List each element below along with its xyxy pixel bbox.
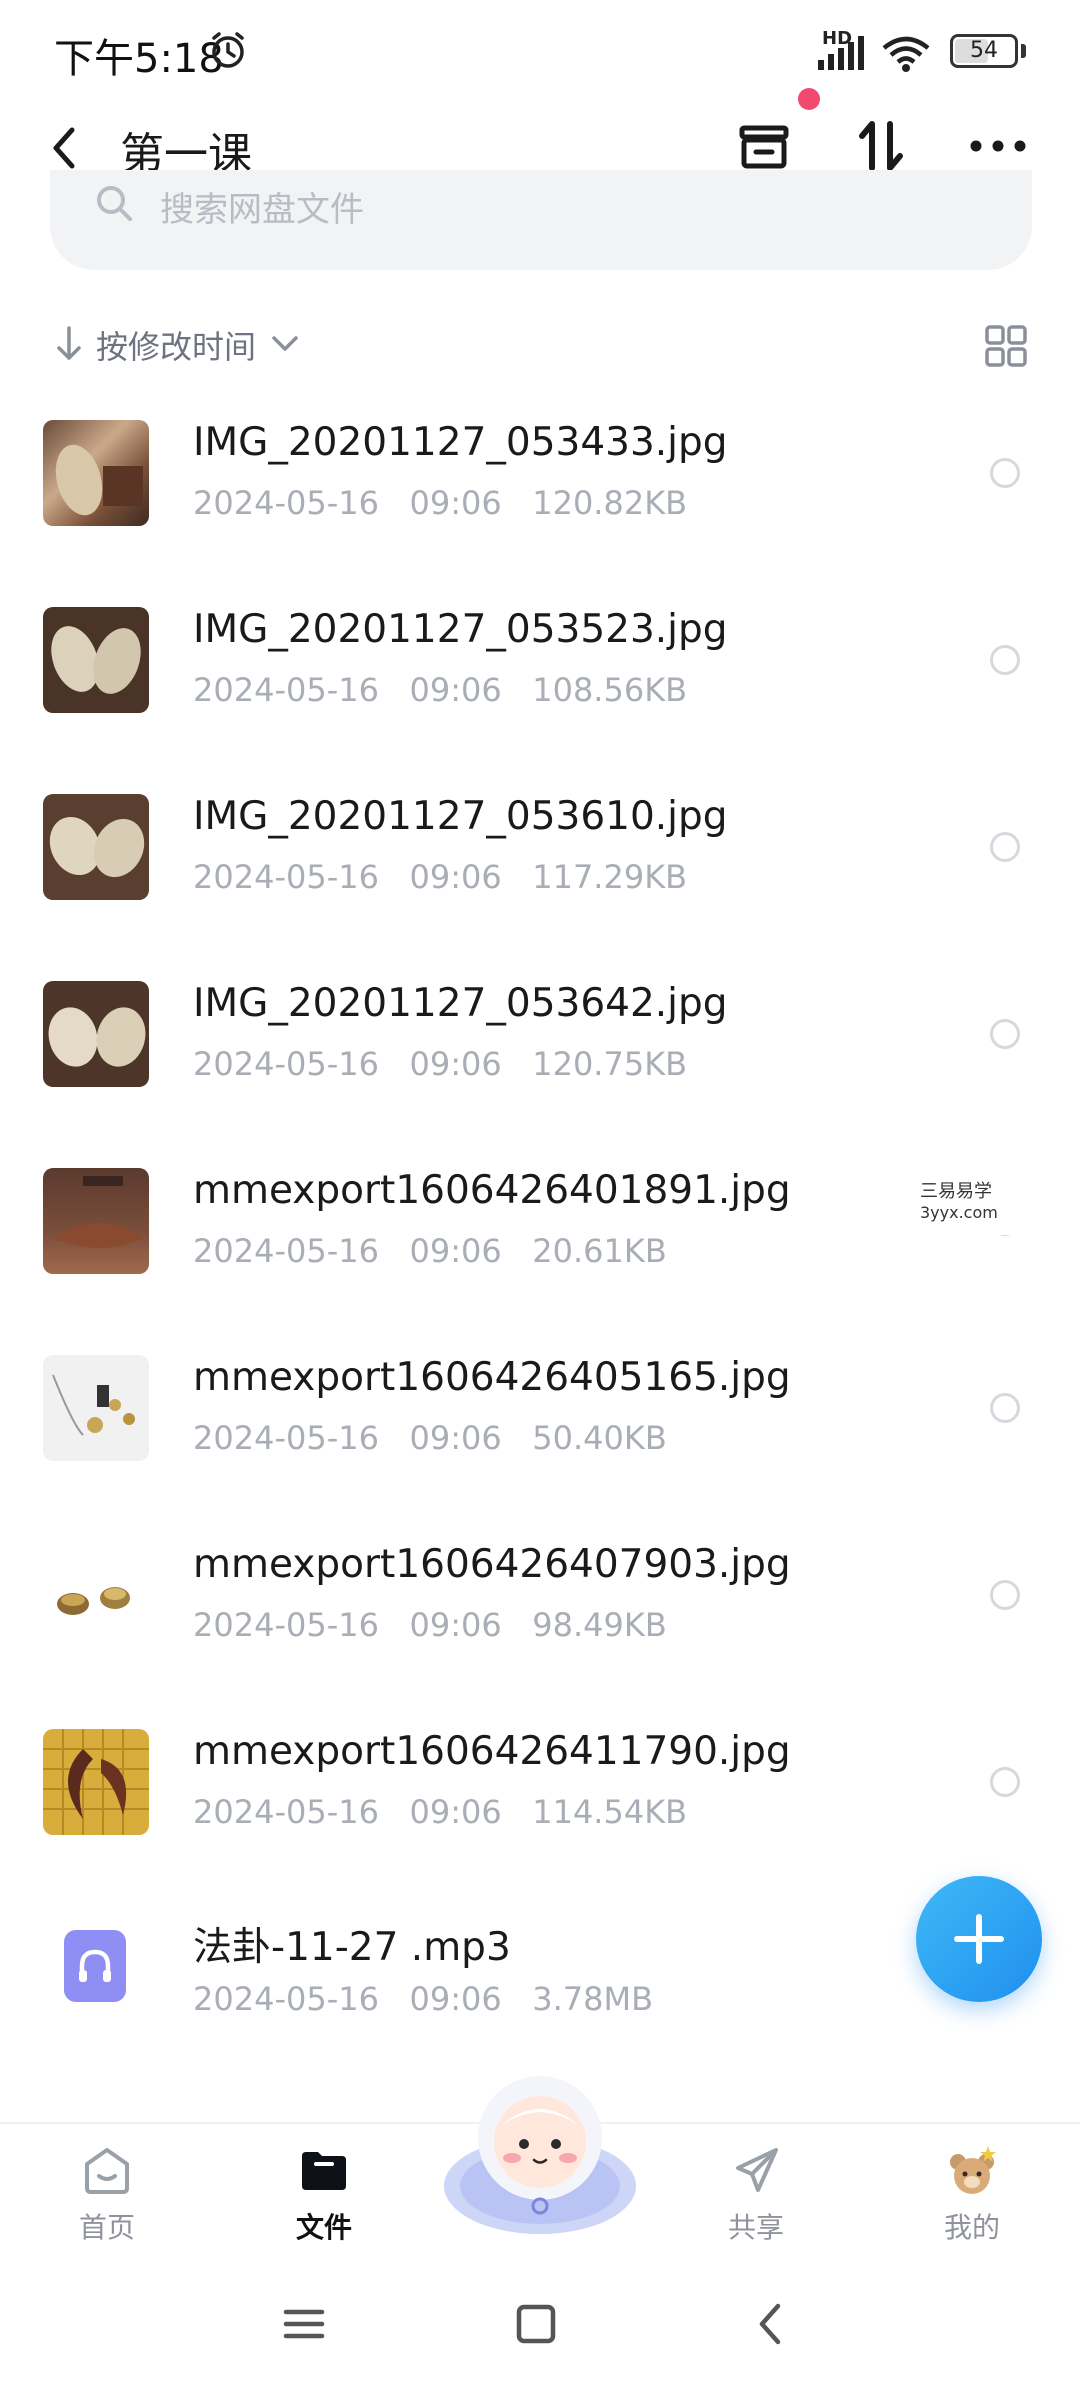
wifi-icon bbox=[882, 36, 930, 72]
ai-assistant-mascot-button[interactable] bbox=[438, 2066, 642, 2246]
select-checkbox[interactable] bbox=[990, 1019, 1020, 1049]
file-meta: 2024-05-16 09:06 108.56KB bbox=[193, 671, 688, 709]
file-meta: 2024-05-16 09:06 20.61KB bbox=[193, 1232, 667, 1270]
tab-files[interactable]: 文件 bbox=[234, 2124, 414, 2264]
image-thumbnail bbox=[43, 1355, 149, 1461]
sort-toggle-button[interactable] bbox=[852, 114, 912, 178]
list-item[interactable]: IMG_20201127_053642.jpg 2024-05-16 09:06… bbox=[0, 941, 1080, 1128]
file-name: mmexport1606426405165.jpg bbox=[193, 1355, 791, 1400]
signal-icon bbox=[818, 36, 864, 70]
transfer-list-button[interactable] bbox=[732, 114, 796, 178]
list-item[interactable]: mmexport1606426411790.jpg 2024-05-16 09:… bbox=[0, 1689, 1080, 1876]
tab-mine-label: 我的 bbox=[943, 2211, 1000, 2244]
list-item[interactable]: IMG_20201127_053433.jpg 2024-05-16 09:06… bbox=[0, 380, 1080, 567]
system-navigation-bar bbox=[0, 2262, 1080, 2400]
status-icons: HD 54 bbox=[720, 28, 1080, 72]
search-icon bbox=[97, 186, 132, 221]
watermark: 三易易学 3yyx.com bbox=[820, 1165, 1080, 1235]
back-arrow-icon[interactable] bbox=[742, 2294, 802, 2354]
battery-tip bbox=[1021, 44, 1026, 58]
plus-icon bbox=[954, 1914, 1004, 1964]
status-time: 下午5:18 bbox=[54, 36, 224, 82]
more-options-button[interactable] bbox=[966, 122, 1030, 170]
audio-file-icon bbox=[64, 1930, 126, 2002]
tab-mine[interactable]: 我的 bbox=[882, 2124, 1062, 2264]
list-item[interactable]: mmexport1606426405165.jpg 2024-05-16 09:… bbox=[0, 1315, 1080, 1502]
status-bar: 下午5:18 HD 54 bbox=[0, 0, 1080, 100]
sort-arrow-down-icon bbox=[57, 326, 81, 360]
file-name: mmexport1606426411790.jpg bbox=[193, 1729, 791, 1774]
file-name: mmexport1606426401891.jpg bbox=[193, 1168, 791, 1213]
grid-view-button[interactable] bbox=[984, 324, 1028, 368]
select-checkbox[interactable] bbox=[990, 645, 1020, 675]
recent-apps-menu-icon[interactable] bbox=[274, 2294, 334, 2354]
image-thumbnail bbox=[43, 981, 149, 1087]
tab-files-label: 文件 bbox=[295, 2211, 352, 2244]
notification-dot bbox=[798, 88, 820, 110]
file-name: IMG_20201127_053610.jpg bbox=[193, 794, 728, 839]
bear-avatar-icon bbox=[950, 2146, 996, 2194]
file-name: IMG_20201127_053433.jpg bbox=[193, 420, 728, 465]
file-meta: 2024-05-16 09:06 50.40KB bbox=[193, 1419, 667, 1457]
select-checkbox[interactable] bbox=[990, 1767, 1020, 1797]
select-checkbox[interactable] bbox=[990, 832, 1020, 862]
search-input[interactable]: 搜索网盘文件 bbox=[50, 170, 1032, 270]
folder-icon bbox=[302, 2152, 346, 2190]
share-send-icon bbox=[736, 2148, 778, 2192]
home-icon bbox=[85, 2148, 129, 2194]
file-meta: 2024-05-16 09:06 117.29KB bbox=[193, 858, 688, 896]
battery-indicator: 54 bbox=[950, 34, 1018, 68]
add-button[interactable] bbox=[916, 1876, 1042, 2002]
image-thumbnail bbox=[43, 1168, 149, 1274]
tab-share[interactable]: 共享 bbox=[666, 2124, 846, 2264]
sort-row: 按修改时间 bbox=[0, 310, 1080, 380]
image-thumbnail bbox=[43, 420, 149, 526]
file-meta: 2024-05-16 09:06 3.78MB bbox=[193, 1980, 654, 2018]
back-button[interactable] bbox=[40, 118, 90, 178]
tab-share-label: 共享 bbox=[727, 2211, 784, 2244]
image-thumbnail bbox=[43, 794, 149, 900]
file-meta: 2024-05-16 09:06 114.54KB bbox=[193, 1793, 688, 1831]
watermark-line1: 三易易学 bbox=[920, 1181, 992, 1202]
watermark-line2: 3yyx.com bbox=[920, 1203, 998, 1222]
list-item[interactable]: mmexport1606426407903.jpg 2024-05-16 09:… bbox=[0, 1502, 1080, 1689]
file-name: mmexport1606426407903.jpg bbox=[193, 1542, 791, 1587]
file-meta: 2024-05-16 09:06 120.75KB bbox=[193, 1045, 688, 1083]
select-checkbox[interactable] bbox=[990, 1393, 1020, 1423]
sort-mode-dropdown[interactable]: 按修改时间 bbox=[96, 322, 256, 368]
file-meta: 2024-05-16 09:06 120.82KB bbox=[193, 484, 688, 522]
select-checkbox[interactable] bbox=[990, 458, 1020, 488]
battery-percent: 54 bbox=[970, 38, 998, 63]
select-checkbox[interactable] bbox=[990, 1580, 1020, 1610]
alarm-icon bbox=[212, 32, 244, 68]
file-name: IMG_20201127_053523.jpg bbox=[193, 607, 728, 652]
search-placeholder: 搜索网盘文件 bbox=[160, 190, 364, 230]
image-thumbnail bbox=[43, 1729, 149, 1835]
list-item[interactable]: IMG_20201127_053523.jpg 2024-05-16 09:06… bbox=[0, 567, 1080, 754]
image-thumbnail bbox=[43, 607, 149, 713]
file-meta: 2024-05-16 09:06 98.49KB bbox=[193, 1606, 667, 1644]
home-square-icon[interactable] bbox=[506, 2294, 566, 2354]
file-name: IMG_20201127_053642.jpg bbox=[193, 981, 728, 1026]
file-name: 法卦-11-27 .mp3 bbox=[193, 1925, 511, 1970]
tab-home-label: 首页 bbox=[78, 2211, 135, 2244]
list-item[interactable]: IMG_20201127_053610.jpg 2024-05-16 09:06… bbox=[0, 754, 1080, 941]
image-thumbnail bbox=[43, 1542, 149, 1648]
chevron-down-icon[interactable] bbox=[268, 330, 302, 358]
tab-home[interactable]: 首页 bbox=[17, 2124, 197, 2264]
